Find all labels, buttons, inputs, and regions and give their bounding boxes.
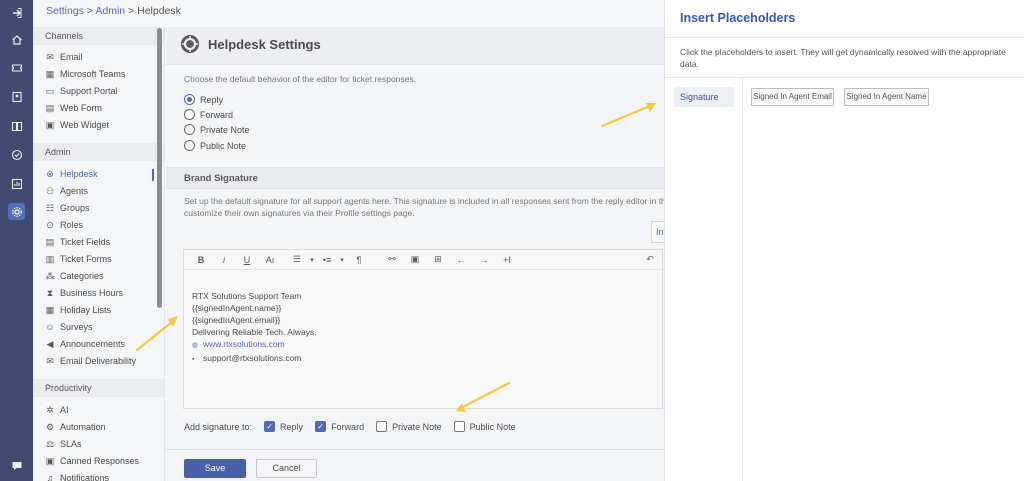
placeholder-agent-name-button[interactable]: Signed In Agent Name — [844, 88, 929, 106]
drawer-description: Click the placeholders to insert. They w… — [680, 47, 1006, 69]
placeholder-tabs: Signature — [665, 78, 743, 481]
drawer-title: Insert Placeholders — [680, 11, 796, 25]
divider — [665, 37, 1024, 38]
tab-signature[interactable]: Signature — [674, 87, 734, 107]
placeholder-agent-email-button[interactable]: Signed In Agent Email — [751, 88, 834, 106]
insert-placeholders-drawer: Insert Placeholders Click the placeholde… — [664, 0, 1024, 481]
modal-backdrop[interactable] — [0, 0, 664, 481]
